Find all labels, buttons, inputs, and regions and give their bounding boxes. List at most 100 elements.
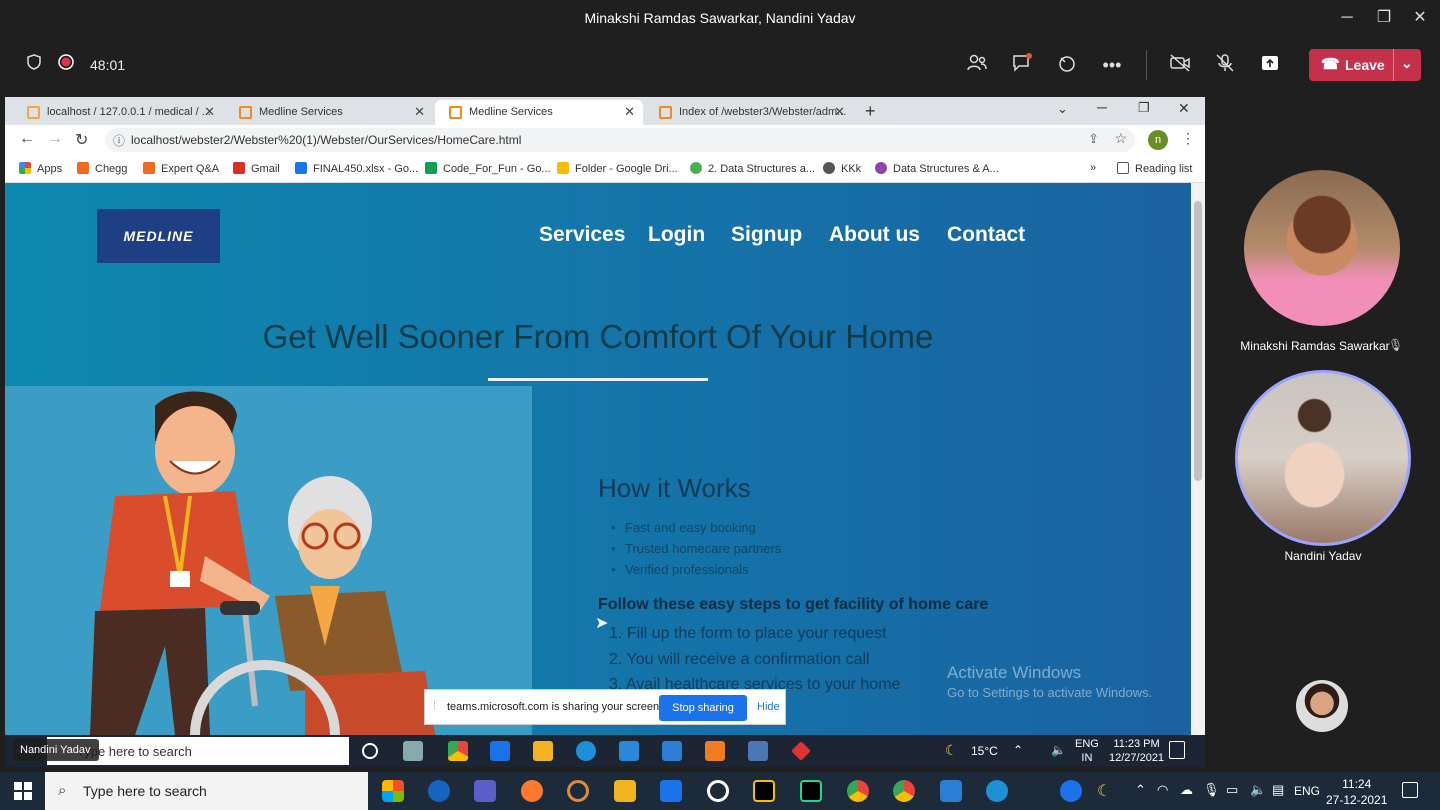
nav-contact[interactable]: Contact (947, 223, 1025, 247)
chat-icon[interactable] (1010, 53, 1034, 77)
profile-avatar[interactable]: n (1148, 130, 1168, 150)
chrome-icon[interactable] (893, 780, 915, 802)
bookmark-item[interactable]: KKk (823, 162, 861, 175)
drag-handle-icon[interactable]: ⁞ (433, 700, 436, 712)
task-view-icon[interactable] (403, 741, 423, 761)
tab-search-icon[interactable]: ⌄ (1057, 101, 1068, 117)
participant-avatar-speaking[interactable] (1235, 370, 1411, 546)
language-indicator[interactable]: ENG IN (1075, 737, 1099, 765)
volume-icon[interactable]: 🔈 (1051, 743, 1066, 757)
teams-icon[interactable] (474, 780, 496, 802)
medline-logo[interactable]: MEDLINE (97, 209, 220, 263)
notifications-icon[interactable] (1169, 741, 1185, 759)
self-video-avatar[interactable] (1296, 680, 1348, 732)
browser-tab[interactable]: Medline Services ✕ (225, 100, 433, 125)
share-icon[interactable]: ⇪ (1088, 131, 1099, 147)
help-icon[interactable] (1060, 780, 1082, 802)
bookmark-item[interactable]: FINAL450.xlsx - Go... (295, 162, 418, 175)
chrome-icon[interactable] (448, 741, 468, 761)
pycharm-icon[interactable] (800, 780, 822, 802)
chevron-down-icon[interactable]: ⌄ (1401, 55, 1413, 72)
vscode-icon[interactable] (940, 780, 962, 802)
stop-sharing-button[interactable]: Stop sharing (659, 695, 747, 721)
info-icon[interactable]: ⓘ (113, 132, 125, 149)
volume-icon[interactable]: 🔈 (1250, 782, 1266, 798)
reading-list-button[interactable]: Reading list (1117, 162, 1192, 175)
onedrive-icon[interactable]: ☁ (1180, 782, 1193, 798)
close-tab-icon[interactable]: ✕ (204, 104, 215, 120)
mail-icon[interactable] (660, 780, 682, 802)
intellij-icon[interactable] (753, 780, 775, 802)
page-scrollbar[interactable] (1191, 183, 1205, 735)
browser-tab[interactable]: localhost / 127.0.0.1 / medical / ... ✕ (13, 100, 223, 125)
edge-icon[interactable] (986, 780, 1008, 802)
hide-button[interactable]: Hide (757, 701, 780, 713)
maximize-icon[interactable]: ❐ (1372, 6, 1396, 30)
bookmark-item[interactable]: Data Structures & A... (875, 162, 999, 175)
nav-signup[interactable]: Signup (731, 223, 802, 247)
bookmark-item[interactable]: Gmail (233, 162, 280, 175)
camera-off-icon[interactable] (1168, 53, 1192, 77)
file-explorer-icon[interactable] (614, 780, 636, 802)
language-indicator[interactable]: ENG (1294, 784, 1320, 798)
app-icon[interactable] (567, 780, 589, 802)
chevron-up-icon[interactable]: ⌃ (1013, 743, 1023, 757)
more-options-icon[interactable]: ••• (1100, 53, 1124, 77)
postman-icon[interactable] (521, 780, 543, 802)
app-icon[interactable] (791, 741, 811, 761)
scrollbar-thumb[interactable] (1194, 201, 1202, 481)
remote-clock[interactable]: 11:23 PM 12/27/2021 (1109, 737, 1164, 765)
menu-icon[interactable]: ⋮ (1181, 130, 1195, 147)
mic-off-icon[interactable] (1213, 53, 1237, 77)
bookmark-item[interactable]: Folder - Google Dri... (557, 162, 678, 175)
edge-icon[interactable] (576, 741, 596, 761)
file-explorer-icon[interactable] (533, 741, 553, 761)
star-icon[interactable]: ☆ (1114, 130, 1127, 147)
reload-icon[interactable]: ↻ (75, 130, 88, 150)
close-tab-icon[interactable]: ✕ (624, 104, 635, 120)
slack-icon[interactable] (382, 780, 404, 802)
nav-about-us[interactable]: About us (829, 223, 920, 247)
nav-login[interactable]: Login (648, 223, 705, 247)
forward-icon[interactable]: → (47, 130, 63, 148)
restore-icon[interactable]: ❐ (1138, 100, 1150, 116)
wifi-icon[interactable]: ◠ (1157, 782, 1168, 798)
cortana-icon[interactable] (362, 743, 378, 759)
taskbar-search-box[interactable]: Type here to search (45, 772, 368, 810)
store-icon[interactable] (619, 741, 639, 761)
windows-start-icon[interactable] (14, 782, 32, 800)
browser-tab-active[interactable]: Medline Services ✕ (435, 100, 643, 125)
app-icon[interactable] (428, 780, 450, 802)
notepad-icon[interactable] (748, 741, 768, 761)
bookmark-item[interactable]: Chegg (77, 162, 127, 175)
participants-icon[interactable] (965, 53, 989, 77)
back-icon[interactable]: ← (19, 130, 35, 148)
close-tab-icon[interactable]: ✕ (834, 104, 845, 120)
participant-avatar[interactable] (1244, 170, 1400, 326)
chrome-icon[interactable] (847, 780, 869, 802)
minimize-icon[interactable]: ─ (1335, 6, 1359, 30)
action-center-icon[interactable] (1402, 782, 1418, 798)
nav-services[interactable]: Services (539, 223, 625, 247)
bookmarks-overflow-icon[interactable]: » (1090, 162, 1096, 174)
microphone-icon[interactable]: 🎙 (1203, 782, 1220, 798)
leave-button[interactable]: ☎ Leave ⌄ (1309, 49, 1421, 81)
bookmark-apps[interactable]: Apps (19, 162, 62, 175)
close-icon[interactable]: ✕ (1178, 100, 1190, 117)
browser-tab[interactable]: Index of /webster3/Webster/adm... ✕ (645, 100, 853, 125)
xampp-icon[interactable] (705, 741, 725, 761)
minimize-icon[interactable]: ─ (1097, 99, 1107, 115)
bookmark-item[interactable]: Expert Q&A (143, 162, 219, 175)
chevron-up-icon[interactable]: ⌃ (1135, 782, 1146, 798)
bookmark-item[interactable]: 2. Data Structures a... (690, 162, 815, 175)
vscode-icon[interactable] (662, 741, 682, 761)
network-icon[interactable]: ▤ (1272, 782, 1284, 798)
share-screen-icon[interactable] (1258, 53, 1282, 77)
battery-icon[interactable]: ▭ (1226, 782, 1238, 798)
close-icon[interactable]: ✕ (1408, 6, 1432, 30)
github-icon[interactable] (707, 780, 729, 802)
close-tab-icon[interactable]: ✕ (414, 104, 425, 120)
mail-icon[interactable] (490, 741, 510, 761)
reactions-icon[interactable] (1055, 53, 1079, 77)
bookmark-item[interactable]: Code_For_Fun - Go... (425, 162, 551, 175)
